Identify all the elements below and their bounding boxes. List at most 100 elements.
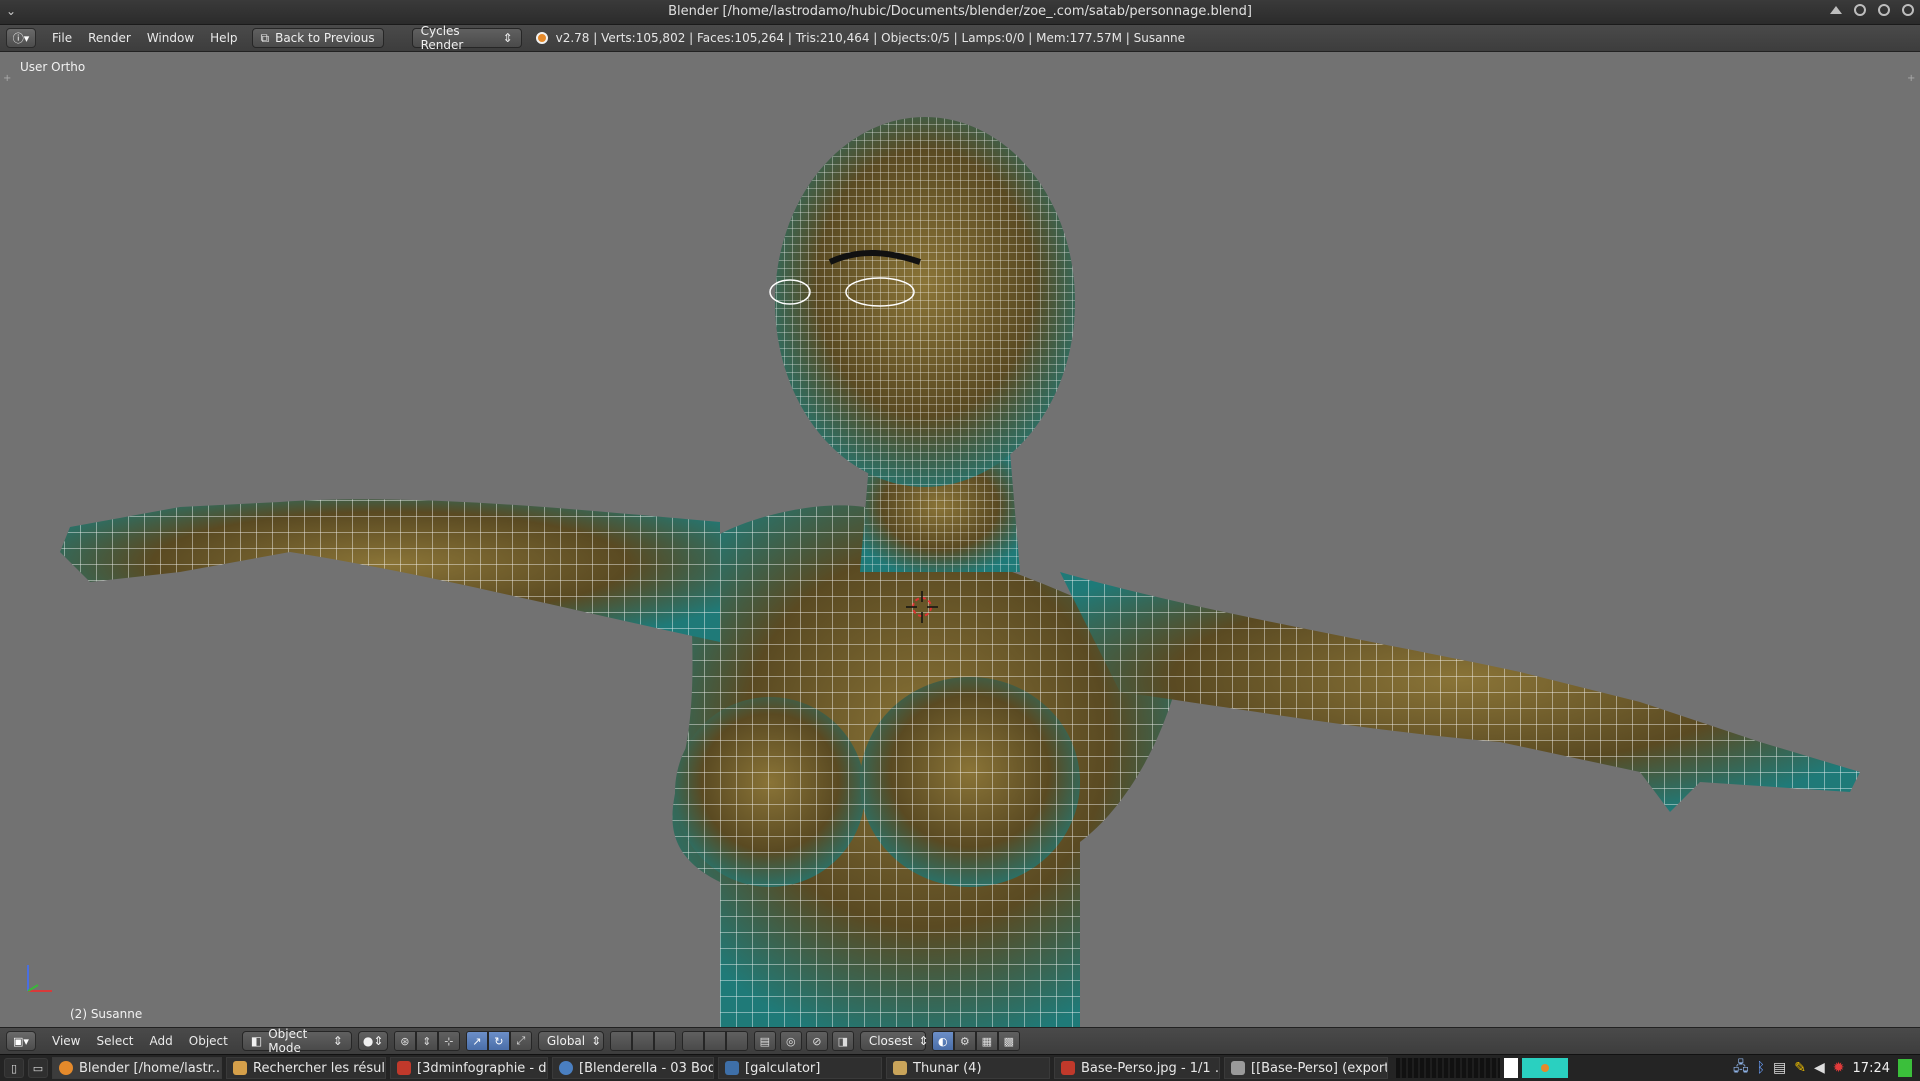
shade-window-icon[interactable] [1830,6,1842,14]
active-object-label: (2) Susanne [70,1007,143,1021]
cpu-meter [1396,1058,1500,1078]
snap-element-icon[interactable]: ◨ [831,1031,854,1051]
filezilla-icon [397,1061,411,1075]
network-graph [1522,1058,1568,1078]
stats-text: v2.78 | Verts:105,802 | Faces:105,264 | … [555,31,1186,45]
menu-object[interactable]: Object [189,1034,228,1048]
layer-6-button[interactable] [725,1031,748,1051]
transform-manipulators: ↗ ↻ ⤢ [465,1031,532,1051]
opengl-render-icon[interactable]: ◐ [931,1031,954,1051]
scene-statistics: v2.78 | Verts:105,802 | Faces:105,264 | … [535,31,1186,45]
minimize-window-button[interactable] [1854,4,1866,16]
blender-logo-icon [535,32,548,44]
bluetooth-icon[interactable]: ᛒ [1757,1060,1765,1076]
dropdown-arrows-icon: ⇕ [502,31,513,45]
task-label: [galculator] [745,1060,821,1076]
task-export[interactable]: [[Base-Perso] (export... [1224,1057,1388,1079]
layer-1-button[interactable] [609,1031,632,1051]
task-filezilla[interactable]: [3dminfographie - d... [390,1057,548,1079]
rotate-manipulator-icon[interactable]: ↻ [487,1031,510,1051]
manipulator-toggle-icon[interactable]: ⊹ [437,1031,460,1051]
task-image-viewer[interactable]: Base-Perso.jpg - 1/1 ... [1054,1057,1220,1079]
window-controls [1830,4,1914,16]
browser-icon [233,1061,247,1075]
menu-add[interactable]: Add [150,1034,173,1048]
menu-window[interactable]: Window [147,31,194,45]
view3d-editor-type-button[interactable]: ▣▾ [6,1031,36,1051]
calculator-icon [725,1061,739,1075]
menu-render[interactable]: Render [88,31,131,45]
lock-camera-icon[interactable]: ▤ [753,1031,776,1051]
3d-viewport[interactable]: User Ortho + + (2) Susanne [0,52,1920,1027]
maximize-window-button[interactable] [1878,4,1890,16]
transform-orientation-dropdown[interactable]: Global ⇕ [537,1031,604,1051]
logout-icon[interactable] [1898,1059,1912,1077]
menu-help[interactable]: Help [210,31,237,45]
layer-2-button[interactable] [631,1031,654,1051]
render-buttons: ◐ ⚙ ▦ ▩ [931,1031,1020,1051]
layer-buttons-1 [609,1031,676,1051]
snap-toggle-icon[interactable]: ⊘ [805,1031,828,1051]
pivot-group: ⊛ ⇕ ⊹ [393,1031,460,1051]
info-icon: ⓘ▾ [12,32,30,45]
task-blender[interactable]: Blender [/home/lastr... [52,1057,222,1079]
system-tray: 🖧 ᛒ ▤ ✎ ◀ ✹ 17:24 [1733,1057,1912,1079]
blender-icon [59,1061,73,1075]
orientation-value: Global [546,1034,586,1048]
info-editor-type-button[interactable]: ⓘ▾ [6,28,36,48]
render-engine-dropdown[interactable]: Cycles Render ⇕ [411,24,522,52]
menu-view[interactable]: View [52,1034,80,1048]
task-label: [Blenderella - 03 Bod... [579,1060,714,1076]
task-label: [3dminfographie - d... [417,1060,548,1076]
task-calculator[interactable]: [galculator] [718,1057,882,1079]
task-firefox[interactable]: [Blenderella - 03 Bod... [552,1057,714,1079]
pivot-point-icon[interactable]: ⊛ [393,1031,416,1051]
back-to-previous-label: Back to Previous [275,31,375,45]
workspace-indicator[interactable] [1504,1058,1518,1078]
menu-select[interactable]: Select [96,1034,133,1048]
network-icon[interactable]: 🖧 [1733,1056,1749,1080]
clock[interactable]: 17:24 [1853,1061,1890,1076]
object-mode-icon: ◧ [250,1034,263,1048]
interaction-mode-dropdown[interactable]: ◧ Object Mode ⇕ [241,1027,352,1055]
task-label: [[Base-Perso] (export... [1251,1060,1388,1076]
layer-4-button[interactable] [681,1031,704,1051]
menu-file[interactable]: File [52,31,72,45]
notes-icon[interactable]: ✎ [1794,1060,1806,1076]
os-taskbar: ▯ ▭ Blender [/home/lastr... Rechercher l… [0,1054,1920,1081]
file-manager-launcher-icon[interactable]: ▭ [28,1058,48,1078]
character-mesh[interactable] [0,52,1920,1027]
task-browser[interactable]: Rechercher les résult... [226,1057,386,1079]
info-header: ⓘ▾ File Render Window Help ⧉ Back to Pre… [0,24,1920,52]
close-window-button[interactable] [1902,4,1914,16]
pivot-dropdown-icon[interactable]: ⇕ [415,1031,438,1051]
viewport-shading-dropdown[interactable]: ●⇕ [357,1031,388,1051]
screen-back-icon: ⧉ [260,30,270,45]
task-label: Thunar (4) [913,1060,982,1076]
snap-target-dropdown[interactable]: Closest ⇕ [859,1031,929,1051]
layer-3-button[interactable] [653,1031,676,1051]
proportional-edit-icon[interactable]: ◎ [779,1031,802,1051]
viewer-icon [1061,1061,1075,1075]
layer-buttons-2 [681,1031,748,1051]
update-notifier-icon[interactable]: ✹ [1833,1060,1845,1076]
folder-icon [893,1061,907,1075]
layer-5-button[interactable] [703,1031,726,1051]
firefox-icon [559,1061,573,1075]
cube-view-icon: ▣▾ [13,1034,29,1048]
scale-manipulator-icon[interactable]: ⤢ [509,1031,532,1051]
solid-shading-icon: ●⇕ [362,1034,384,1048]
show-desktop-icon[interactable]: ▯ [4,1058,24,1078]
window-titlebar: ⌄ Blender [/home/lastrodamo/hubic/Docume… [0,0,1920,25]
camera-icon[interactable]: ▦ [975,1031,998,1051]
render-animation-icon[interactable]: ⚙ [953,1031,976,1051]
back-to-previous-button[interactable]: ⧉ Back to Previous [251,28,384,48]
volume-icon[interactable]: ◀ [1814,1060,1825,1076]
task-thunar[interactable]: Thunar (4) [886,1057,1050,1079]
clipboard-icon[interactable]: ▤ [1773,1060,1786,1076]
render-engine-value: Cycles Render [420,24,464,52]
clapper-icon[interactable]: ▩ [997,1031,1020,1051]
translate-manipulator-icon[interactable]: ↗ [465,1031,488,1051]
dropdown-arrows-icon: ⇕ [918,1034,929,1048]
dropdown-arrows-icon: ⇕ [332,1034,343,1048]
